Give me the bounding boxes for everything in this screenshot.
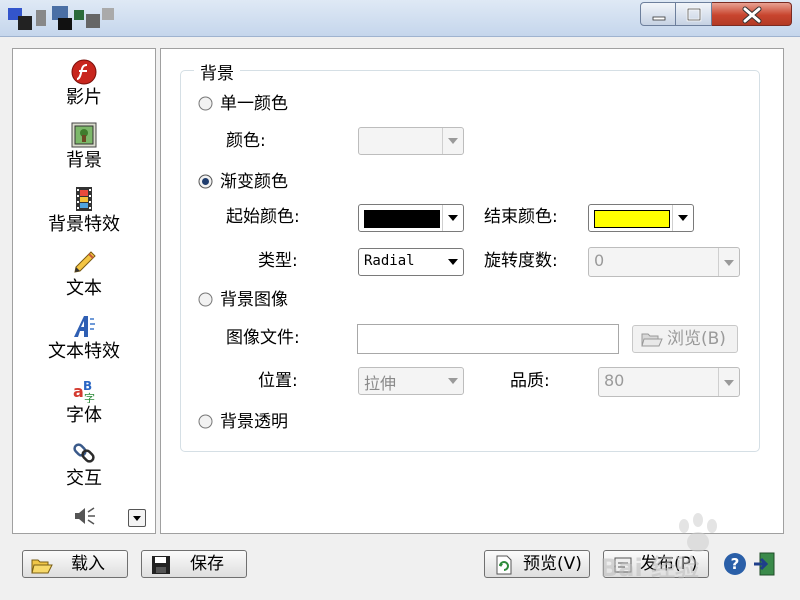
- folder-open-icon: [641, 333, 663, 347]
- gradient-color-radio[interactable]: [198, 174, 213, 189]
- load-label: 载入: [71, 554, 105, 574]
- end-color-label: 结束颜色:: [484, 207, 558, 227]
- color-label: 颜色:: [226, 131, 266, 151]
- position-value: 拉伸: [364, 374, 397, 393]
- chevron-down-icon: [448, 138, 458, 144]
- dropdown-arrow: [718, 248, 739, 276]
- save-button[interactable]: 保存: [141, 550, 247, 578]
- svg-text:字: 字: [84, 391, 95, 403]
- rotation-value: 0: [594, 251, 605, 270]
- sidebar-item-label: 文本特效: [48, 341, 120, 362]
- pencil-icon: [74, 251, 96, 273]
- solid-color-label: 单一颜色: [220, 94, 288, 114]
- svg-text:B: B: [83, 379, 92, 393]
- chevron-down-icon: [448, 259, 458, 265]
- speaker-icon: [75, 507, 95, 525]
- rotation-label: 旋转度数:: [484, 251, 558, 271]
- quality-value: 80: [604, 371, 625, 390]
- sidebar-item-label: 背景特效: [48, 214, 120, 235]
- close-icon: [742, 6, 762, 24]
- minimize-icon: [652, 16, 666, 21]
- dropdown-arrow: [442, 205, 463, 231]
- transparent-background-label: 背景透明: [220, 412, 288, 432]
- start-color-label: 起始颜色:: [226, 207, 300, 227]
- triangle-down-icon: [133, 516, 141, 521]
- sidebar-item-background[interactable]: 背景: [13, 122, 155, 173]
- preview-button[interactable]: 预览(V): [484, 550, 590, 578]
- chevron-down-icon: [448, 378, 458, 384]
- gradient-type-dropdown[interactable]: Radial: [358, 248, 464, 276]
- sidebar-item-movie[interactable]: 影片: [13, 59, 155, 110]
- save-label: 保存: [190, 554, 224, 574]
- type-label: 类型:: [258, 251, 298, 271]
- watermark-text: Bai 经验: [600, 554, 699, 582]
- rotation-spinbox[interactable]: 0: [588, 247, 740, 277]
- solid-color-radio[interactable]: [198, 96, 213, 111]
- category-sidebar[interactable]: 影片 背景 背景特效 文本 文本特效 a B 字 字体 交互: [12, 48, 156, 534]
- position-label: 位置:: [258, 371, 298, 391]
- preview-label: 预览(V): [523, 554, 582, 574]
- sidebar-item-text-effects[interactable]: 文本特效: [13, 313, 155, 364]
- end-color-dropdown[interactable]: [588, 204, 694, 232]
- sidebar-item-font[interactable]: a B 字 字体: [13, 377, 155, 428]
- sidebar-item-label: 背景: [66, 150, 102, 171]
- groupbox-title: 背景: [194, 59, 240, 84]
- sidebar-item-label: 文本: [66, 278, 102, 299]
- chevron-down-icon: [724, 260, 734, 266]
- sidebar-item-label: 交互: [66, 468, 102, 489]
- chevron-down-icon: [448, 215, 458, 221]
- transparent-background-radio[interactable]: [198, 414, 213, 429]
- chevron-down-icon: [678, 215, 688, 221]
- start-color-dropdown[interactable]: [358, 204, 464, 232]
- dropdown-arrow: [443, 249, 463, 275]
- svg-text:?: ?: [731, 555, 740, 573]
- image-file-label: 图像文件:: [226, 328, 300, 348]
- link-icon: [73, 443, 95, 463]
- end-color-swatch: [594, 210, 670, 228]
- load-button[interactable]: 载入: [22, 550, 128, 578]
- sidebar-item-label: 字体: [66, 405, 102, 426]
- exit-door-icon[interactable]: [752, 551, 778, 577]
- sidebar-item-background-effects[interactable]: 背景特效: [13, 186, 155, 237]
- dropdown-arrow: [442, 128, 463, 154]
- sidebar-item-text[interactable]: 文本: [13, 250, 155, 301]
- background-image-radio[interactable]: [198, 292, 213, 307]
- chevron-down-icon: [724, 380, 734, 386]
- sidebar-item-interaction[interactable]: 交互: [13, 440, 155, 491]
- dropdown-arrow: [718, 368, 739, 396]
- close-button[interactable]: [712, 2, 792, 26]
- dropdown-arrow: [672, 205, 693, 231]
- text-effect-icon: [74, 316, 95, 337]
- dropdown-arrow: [443, 368, 463, 394]
- film-strip-icon: [76, 187, 92, 211]
- background-image-label: 背景图像: [220, 290, 288, 310]
- minimize-button[interactable]: [640, 2, 676, 26]
- folder-open-icon: [31, 559, 53, 574]
- app-logo-icon: [8, 6, 114, 30]
- image-file-input[interactable]: [357, 324, 619, 354]
- gradient-color-label: 渐变颜色: [220, 172, 288, 192]
- maximize-icon: [686, 7, 702, 22]
- title-bar[interactable]: [0, 0, 800, 37]
- background-picture-icon: [71, 122, 97, 148]
- browse-label: 浏览(B): [667, 329, 726, 349]
- gradient-type-value: Radial: [364, 253, 415, 269]
- floppy-disk-icon: [152, 556, 170, 574]
- start-color-swatch: [364, 210, 440, 228]
- quality-spinbox[interactable]: 80: [598, 367, 740, 397]
- sidebar-scroll-down-button[interactable]: [128, 509, 146, 527]
- browse-button[interactable]: 浏览(B): [632, 325, 738, 353]
- position-dropdown[interactable]: 拉伸: [358, 367, 464, 395]
- watermark-logo: Bai 经验: [600, 513, 717, 582]
- sidebar-item-label: 影片: [66, 87, 102, 108]
- maximize-button[interactable]: [676, 2, 712, 26]
- quality-label: 品质:: [510, 371, 550, 391]
- solid-color-dropdown[interactable]: [358, 127, 464, 155]
- font-icon: a B 字: [73, 379, 95, 403]
- refresh-page-icon: [496, 555, 512, 575]
- flash-movie-icon: [71, 59, 97, 85]
